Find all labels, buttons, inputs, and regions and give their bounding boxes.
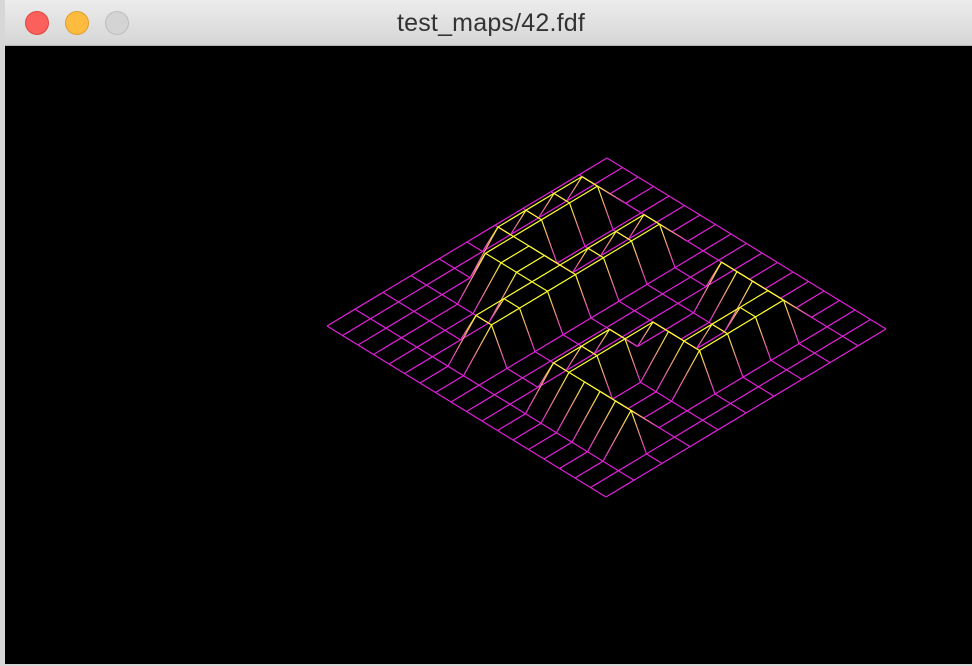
title-bar[interactable]: test_maps/42.fdf <box>5 0 972 46</box>
wireframe-canvas <box>10 46 972 664</box>
window-title: test_maps/42.fdf <box>396 9 586 37</box>
app-window: test_maps/42.fdf <box>0 0 972 666</box>
